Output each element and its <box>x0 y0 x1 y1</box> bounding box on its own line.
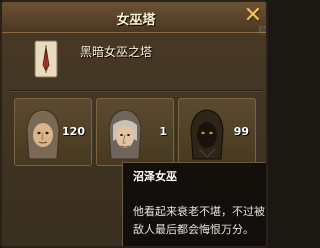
window-title: 女巫塔 <box>116 13 156 28</box>
unit-tooltip: 沼泽女巫 他看起来衰老不堪，不过被 敌人最后都会悔恨万分。 <box>122 162 266 246</box>
tooltip-description-line-1: 他看起来衰老不堪，不过被 <box>133 205 265 218</box>
old-witch-icon <box>108 109 142 160</box>
unit-count: 1 <box>159 125 167 138</box>
dark-shaman-icon <box>190 109 224 160</box>
unit-slot-2[interactable]: 1 <box>96 98 174 166</box>
tower-header: 黑暗女巫之塔 <box>8 35 264 85</box>
witch-tower-window: 女巫塔 ✕ 精 黑暗女巫之塔 120 1 99 沼泽女巫 他看起来衰老不堪，不过… <box>0 0 268 248</box>
tower-name: 黑暗女巫之塔 <box>80 45 153 59</box>
hooded-witch-icon <box>26 109 60 160</box>
unit-count: 120 <box>62 125 85 138</box>
title-bar[interactable]: 女巫塔 ✕ 精 <box>2 2 266 37</box>
tooltip-description-line-2: 敌人最后都会悔恨万分。 <box>133 223 254 236</box>
divider <box>10 90 262 92</box>
unit-slots: 120 1 99 <box>14 98 264 166</box>
unit-count: 99 <box>233 125 249 138</box>
unit-slot-3[interactable]: 99 <box>178 98 256 166</box>
tooltip-title: 沼泽女巫 <box>133 170 177 183</box>
scroll-icon <box>32 39 60 79</box>
unit-slot-1[interactable]: 120 <box>14 98 92 166</box>
